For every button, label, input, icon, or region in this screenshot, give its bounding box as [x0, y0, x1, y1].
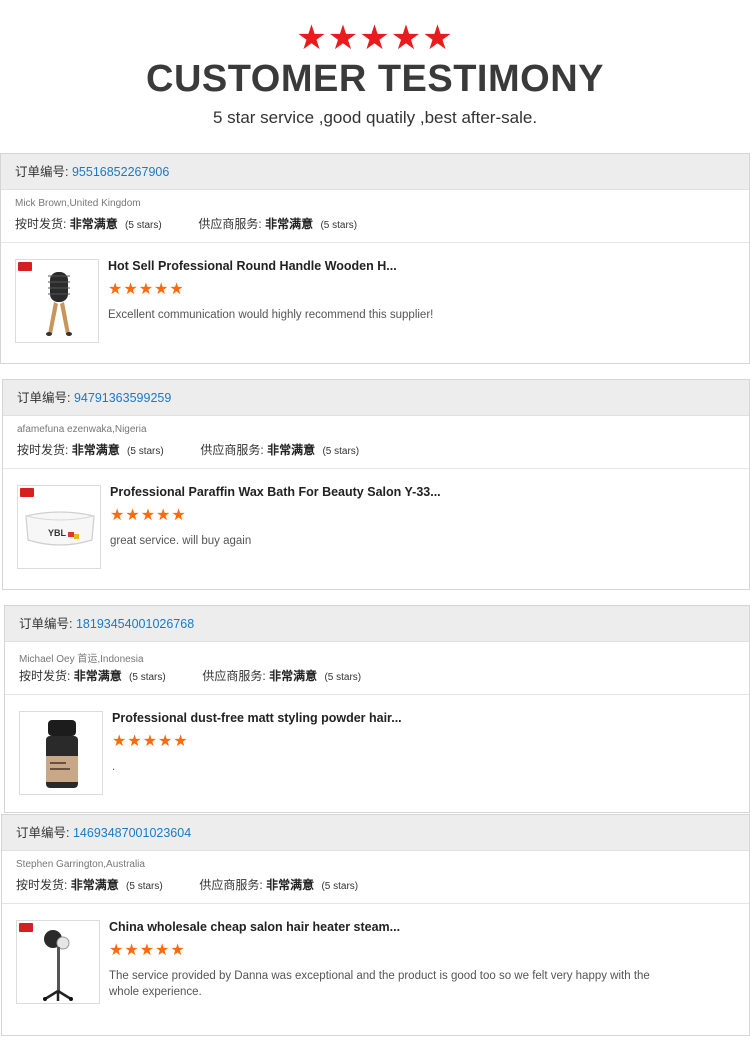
order-header: 订单编号: 95516852267906	[1, 154, 749, 190]
review-stars-icon: ★★★★★	[110, 507, 187, 524]
supplier-service-label: 供应商服务:	[198, 217, 262, 231]
supplier-service-value: 非常满意	[269, 669, 318, 683]
supplier-service-stars: (5 stars)	[322, 446, 360, 457]
review-comment: .	[112, 761, 116, 773]
review-comment: Excellent communication would highly rec…	[108, 309, 434, 321]
review-card: 订单编号: 95516852267906 Mick Brown,United K…	[0, 153, 750, 364]
buyer-info: Michael Oey 首运,Indonesia	[19, 654, 144, 665]
on-time-label: 按时发货:	[19, 669, 71, 683]
on-time-stars: (5 stars)	[125, 220, 162, 231]
supplier-service-label: 供应商服务:	[202, 669, 266, 683]
review-stars-icon: ★★★★★	[108, 281, 185, 298]
supplier-service-stars: (5 stars)	[324, 672, 362, 683]
review-comment: great service. will buy again	[110, 535, 252, 547]
ratings-row: 按时发货: 非常满意 (5 stars) 供应商服务: 非常满意 (5 star…	[2, 876, 749, 894]
product-title-link[interactable]: China wholesale cheap salon hair heater …	[109, 920, 400, 934]
order-number-label: 订单编号:	[19, 617, 73, 631]
buyer-info: Stephen Garrington,Australia	[16, 859, 145, 870]
product-thumbnail[interactable]	[19, 711, 103, 795]
supplier-service-value: 非常满意	[267, 443, 316, 457]
on-time-stars: (5 stars)	[127, 446, 164, 457]
supplier-service-label: 供应商服务:	[200, 443, 264, 457]
supplier-service-label: 供应商服务:	[199, 878, 263, 892]
on-time-value: 非常满意	[69, 217, 118, 231]
on-time-stars: (5 stars)	[129, 672, 166, 683]
product-thumbnail[interactable]: YBL	[17, 485, 101, 569]
order-number-link[interactable]: 94791363599259	[74, 391, 171, 405]
buyer-info: afamefuna ezenwaka,Nigeria	[17, 424, 147, 435]
styling-powder-bottle-icon	[46, 720, 78, 788]
review-card: 订单编号: 14693487001023604 Stephen Garringt…	[1, 814, 750, 1036]
order-number-label: 订单编号:	[17, 391, 71, 405]
supplier-service-value: 非常满意	[265, 217, 314, 231]
order-header: 订单编号: 94791363599259	[3, 380, 749, 416]
round-hair-brush-icon	[46, 272, 72, 336]
supplier-service-value: 非常满意	[266, 878, 315, 892]
page-header: ★★★★★ CUSTOMER TESTIMONY 5 star service …	[0, 0, 750, 150]
on-time-value: 非常满意	[71, 443, 120, 457]
supplier-service-stars: (5 stars)	[320, 220, 358, 231]
product-thumbnail[interactable]	[15, 259, 99, 343]
svg-text:YBL: YBL	[48, 528, 67, 538]
product-title-link[interactable]: Hot Sell Professional Round Handle Woode…	[108, 259, 397, 273]
order-header: 订单编号: 14693487001023604	[2, 815, 749, 851]
on-time-label: 按时发货:	[17, 443, 69, 457]
page-title: CUSTOMER TESTIMONY	[146, 58, 604, 100]
review-comment: The service provided by Danna was except…	[109, 970, 650, 998]
on-time-value: 非常满意	[73, 669, 122, 683]
ratings-row: 按时发货: 非常满意 (5 stars) 供应商服务: 非常满意 (5 star…	[5, 667, 749, 685]
on-time-label: 按时发货:	[16, 878, 68, 892]
product-title-link[interactable]: Professional Paraffin Wax Bath For Beaut…	[110, 485, 441, 499]
buyer-info: Mick Brown,United Kingdom	[15, 198, 141, 209]
on-time-stars: (5 stars)	[126, 881, 163, 892]
order-number-link[interactable]: 14693487001023604	[73, 826, 191, 840]
page-subtitle: 5 star service ,good quatily ,best after…	[212, 108, 538, 127]
review-stars-icon: ★★★★★	[112, 733, 189, 750]
product-title-link[interactable]: Professional dust-free matt styling powd…	[112, 711, 402, 725]
order-number-link[interactable]: 95516852267906	[72, 165, 169, 179]
review-card: 订单编号: 94791363599259 afamefuna ezenwaka,…	[2, 379, 750, 590]
rating-stars-icon: ★★★★★	[296, 19, 454, 57]
supplier-service-stars: (5 stars)	[321, 881, 359, 892]
product-thumbnail[interactable]	[16, 920, 100, 1004]
order-number-label: 订单编号:	[15, 165, 69, 179]
ratings-row: 按时发货: 非常满意 (5 stars) 供应商服务: 非常满意 (5 star…	[1, 215, 749, 233]
review-card: 订单编号: 18193454001026768 Michael Oey 首运,I…	[4, 605, 750, 813]
order-number-label: 订单编号:	[16, 826, 70, 840]
paraffin-wax-bath-icon: YBL	[25, 511, 95, 546]
review-stars-icon: ★★★★★	[109, 942, 186, 959]
order-header: 订单编号: 18193454001026768	[5, 606, 749, 642]
order-number-link[interactable]: 18193454001026768	[76, 617, 194, 631]
on-time-label: 按时发货:	[15, 217, 67, 231]
on-time-value: 非常满意	[70, 878, 119, 892]
ratings-row: 按时发货: 非常满意 (5 stars) 供应商服务: 非常满意 (5 star…	[3, 441, 749, 459]
hair-steamer-stand-icon	[43, 930, 73, 1001]
